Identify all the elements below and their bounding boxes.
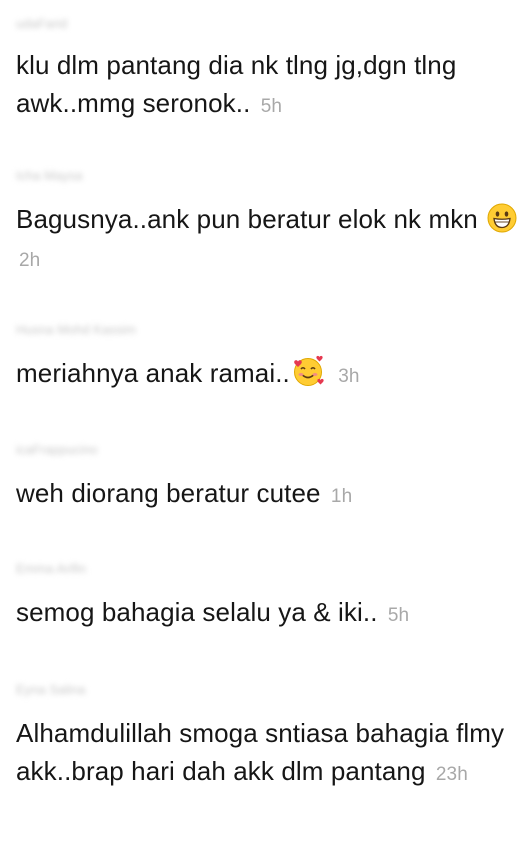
comment-body: klu dlm pantang dia nk tlng jg,dgn tlng … (16, 46, 521, 126)
comment-body: Bagusnya..ank pun beratur elok nk mkn 2h (16, 200, 521, 280)
comment-username[interactable]: Eyna Salina (16, 680, 521, 700)
comment-body: weh diorang beratur cutee 1h (16, 474, 521, 516)
comment-item: Husna Mohd Kassim meriahnya anak ramai..… (16, 320, 521, 396)
comment-text: Alhamdulillah smoga sntiasa bahagia flmy… (16, 718, 505, 786)
comment-time: 2h (19, 250, 41, 271)
comment-body: semog bahagia selalu ya & iki.. 5h (16, 593, 521, 635)
comment-item: icaFrappucino weh diorang beratur cutee … (16, 440, 521, 516)
comment-time: 5h (260, 96, 283, 117)
smiling-face-with-hearts-icon (292, 355, 326, 387)
comment-text: weh diorang beratur cutee (16, 478, 321, 508)
comment-username[interactable]: icaFrappucino (16, 440, 521, 460)
comment-text: klu dlm pantang dia nk tlng jg,dgn tlng … (16, 50, 457, 118)
comment-text: semog bahagia selalu ya & iki.. (16, 597, 378, 627)
comment-list: udaFarid klu dlm pantang dia nk tlng jg,… (0, 0, 531, 847)
comment-item: Emma Arifin semog bahagia selalu ya & ik… (16, 559, 521, 635)
comment-text: meriahnya anak ramai.. (16, 358, 290, 388)
comment-time: 5h (387, 605, 410, 626)
comment-item: Icha Maysa Bagusnya..ank pun beratur elo… (16, 166, 521, 280)
comment-time: 3h (338, 366, 360, 387)
comment-body: meriahnya anak ramai.. 3h (16, 354, 521, 396)
comment-text: Bagusnya..ank pun beratur elok nk mkn (16, 204, 478, 234)
comment-item: udaFarid klu dlm pantang dia nk tlng jg,… (16, 14, 521, 126)
comment-username[interactable]: Husna Mohd Kassim (16, 320, 521, 340)
smiley-icon (487, 203, 517, 233)
comment-username[interactable]: Icha Maysa (16, 166, 521, 186)
comment-time: 1h (330, 486, 353, 507)
comment-time: 23h (435, 764, 468, 785)
comment-body: Alhamdulillah smoga sntiasa bahagia flmy… (16, 714, 521, 794)
comment-item: Eyna Salina Alhamdulillah smoga sntiasa … (16, 680, 521, 794)
comment-username[interactable]: udaFarid (16, 14, 521, 34)
comment-username[interactable]: Emma Arifin (16, 559, 521, 579)
